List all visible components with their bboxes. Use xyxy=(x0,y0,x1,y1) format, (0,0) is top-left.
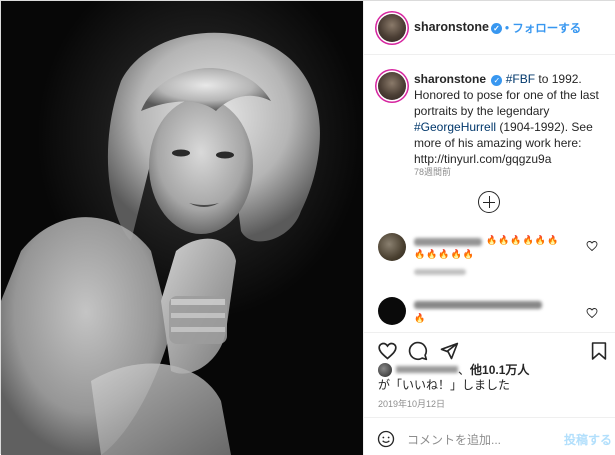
heart-icon[interactable] xyxy=(586,240,598,252)
blurred-commenter-name xyxy=(414,301,542,309)
heart-icon[interactable] xyxy=(586,307,598,319)
username-text[interactable]: sharonstone xyxy=(414,20,489,34)
avatar[interactable] xyxy=(378,14,406,42)
blurred-comment-meta xyxy=(414,269,466,275)
time-ago[interactable]: 78週間前 xyxy=(414,165,451,178)
follow-button[interactable]: • フォローする xyxy=(505,20,581,36)
post-date[interactable]: 2019年10月12日 xyxy=(378,397,445,410)
share-icon[interactable] xyxy=(439,341,459,361)
instagram-post: sharonstone ✓ • フォローする sharonstone ✓ #FBF… xyxy=(0,0,615,455)
emoji-icon[interactable] xyxy=(377,430,395,448)
commenter-avatar[interactable] xyxy=(378,233,406,261)
caption-username[interactable]: sharonstone xyxy=(414,72,486,86)
post-side-panel: sharonstone ✓ • フォローする sharonstone ✓ #FBF… xyxy=(363,1,615,455)
comment-emoji-text: 🔥🔥🔥🔥🔥🔥 xyxy=(486,235,560,245)
action-bar xyxy=(364,332,615,367)
comment-icon[interactable] xyxy=(408,341,428,361)
caption-avatar[interactable] xyxy=(378,72,406,100)
portrait-image xyxy=(1,32,320,455)
verified-badge-icon: ✓ xyxy=(491,75,503,86)
comment-emoji-text: 🔥🔥🔥🔥🔥 xyxy=(414,249,476,259)
hashtag-link[interactable]: #FBF xyxy=(506,72,535,86)
hashtag-link[interactable]: #GeorgeHurrell xyxy=(414,120,496,134)
likes-separator: 、 xyxy=(458,363,471,377)
likes-summary[interactable]: 、他10.1万人 が「いいね！」しました xyxy=(378,363,608,393)
add-comment-bar: コメントを追加... 投稿する xyxy=(364,417,615,455)
header-username[interactable]: sharonstone ✓ xyxy=(414,20,503,34)
blurred-liker-name xyxy=(396,366,458,373)
blurred-commenter-name xyxy=(414,238,482,246)
liker-avatar[interactable] xyxy=(378,363,392,377)
post-photo[interactable] xyxy=(1,1,363,455)
comment-input[interactable]: コメントを追加... xyxy=(407,431,501,448)
follow-label[interactable]: フォローする xyxy=(512,23,581,35)
likes-count[interactable]: 他10.1万人 xyxy=(470,363,529,377)
commenter-avatar[interactable] xyxy=(378,297,406,325)
comments-area: sharonstone ✓ #FBF to 1992. Honored to p… xyxy=(364,55,615,332)
likes-suffix: が「いいね！」しました xyxy=(378,378,511,392)
caption-text: #FBF to 1992. Honored to pose for one of… xyxy=(414,72,599,166)
bookmark-icon[interactable] xyxy=(591,341,607,361)
caption: sharonstone ✓ #FBF to 1992. Honored to p… xyxy=(414,71,610,167)
heart-icon[interactable] xyxy=(377,341,398,361)
post-comment-button[interactable]: 投稿する xyxy=(564,431,612,448)
post-header: sharonstone ✓ • フォローする xyxy=(364,1,615,55)
verified-badge-icon: ✓ xyxy=(491,23,503,34)
plus-circle-icon[interactable] xyxy=(478,191,500,213)
comment-emoji-text: 🔥 xyxy=(414,313,427,323)
